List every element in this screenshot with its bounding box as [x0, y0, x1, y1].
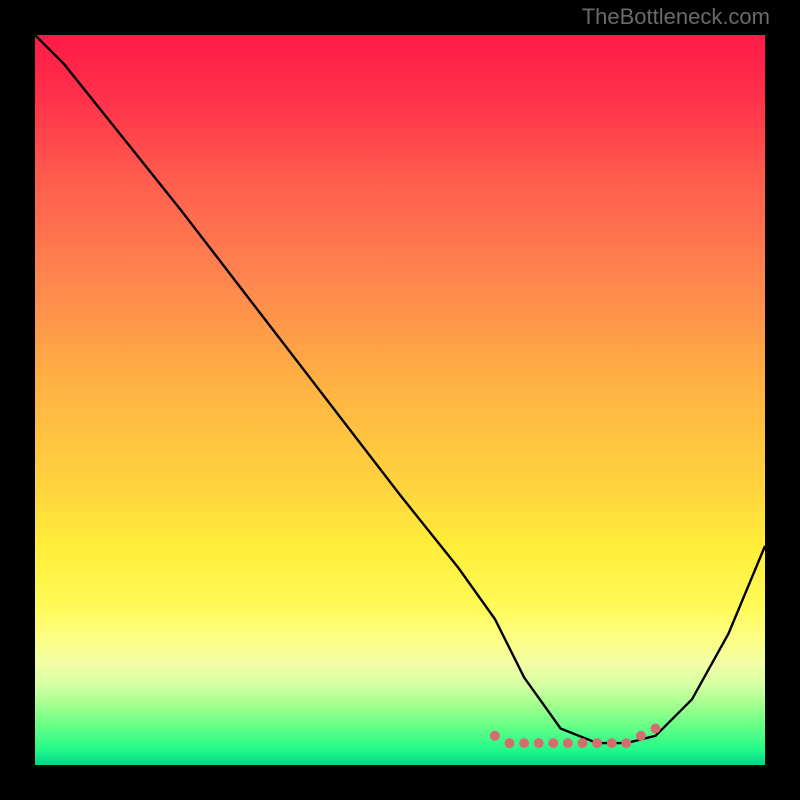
flat-bottom-marker [578, 738, 588, 748]
flat-bottom-marker [651, 724, 661, 734]
flat-bottom-marker [592, 738, 602, 748]
flat-bottom-marker [607, 738, 617, 748]
flat-bottom-marker [563, 738, 573, 748]
flat-bottom-marker [636, 731, 646, 741]
flat-bottom-marker [548, 738, 558, 748]
flat-bottom-marker [519, 738, 529, 748]
bottleneck-curve [35, 35, 765, 765]
chart-container: TheBottleneck.com [0, 0, 800, 800]
flat-bottom-marker [534, 738, 544, 748]
flat-bottom-marker [505, 738, 515, 748]
flat-bottom-marker [621, 738, 631, 748]
watermark: TheBottleneck.com [582, 4, 770, 30]
plot-area [35, 35, 765, 765]
flat-bottom-marker [490, 731, 500, 741]
